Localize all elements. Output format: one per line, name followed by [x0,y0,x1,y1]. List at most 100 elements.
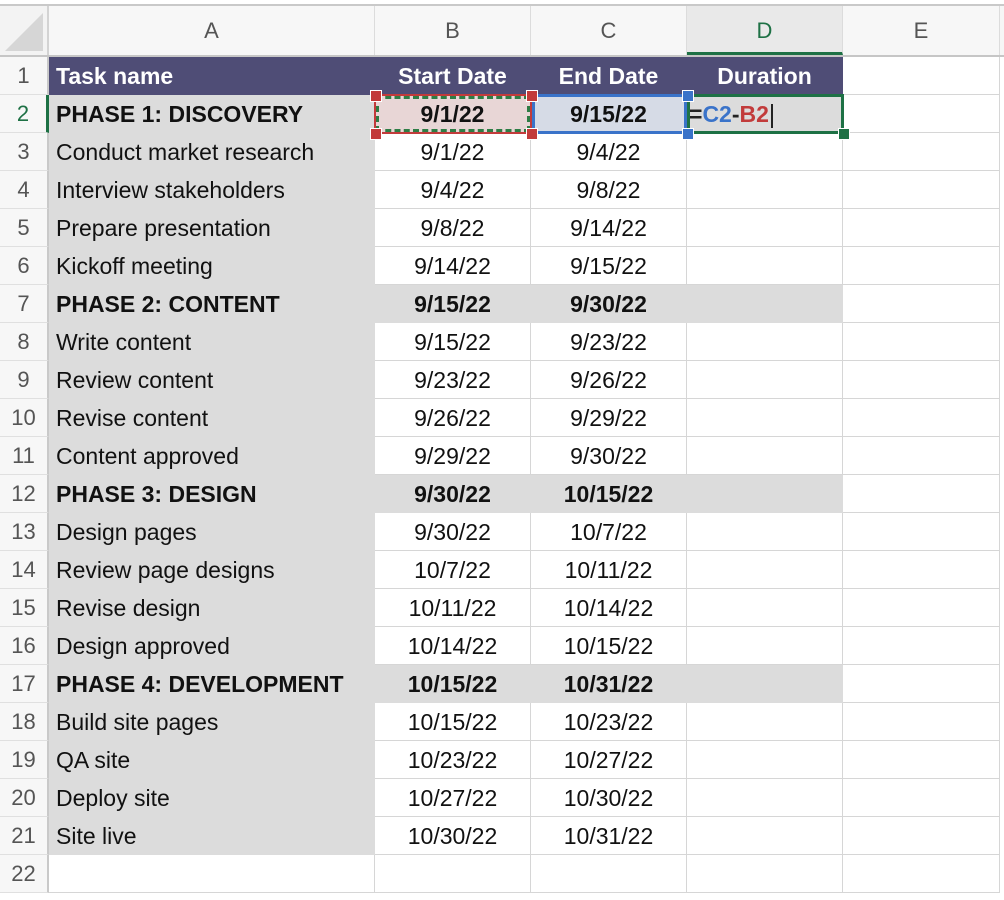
task-name[interactable]: Prepare presentation [49,209,375,247]
task-start-date[interactable]: 9/4/22 [375,171,531,209]
task-start-date[interactable]: 10/11/22 [375,589,531,627]
row-header-1[interactable]: 1 [0,57,49,95]
fill-handle[interactable] [838,128,850,140]
task-name[interactable]: Deploy site [49,779,375,817]
task-name[interactable]: Revise design [49,589,375,627]
column-header-d[interactable]: D [687,6,843,55]
task-name[interactable]: Kickoff meeting [49,247,375,285]
resize-handle-b2-bl[interactable] [370,128,382,140]
task-duration-cell[interactable] [687,513,843,551]
row-header-13[interactable]: 13 [0,513,49,551]
task-name[interactable]: Content approved [49,437,375,475]
row-header-5[interactable]: 5 [0,209,49,247]
task-start-date[interactable]: 10/14/22 [375,627,531,665]
cell-e13[interactable] [843,513,1000,551]
empty-cell-row22[interactable] [531,855,687,893]
task-duration-cell[interactable] [687,589,843,627]
task-end-date[interactable]: 9/15/22 [531,247,687,285]
empty-cell-row22[interactable] [49,855,375,893]
phase-task-name[interactable]: PHASE 4: DEVELOPMENT [49,665,375,703]
task-start-date[interactable]: 9/14/22 [375,247,531,285]
cell-e7[interactable] [843,285,1000,323]
row-header-9[interactable]: 9 [0,361,49,399]
row-header-10[interactable]: 10 [0,399,49,437]
phase-duration-cell[interactable] [687,285,843,323]
task-start-date[interactable]: 10/27/22 [375,779,531,817]
column-header-e[interactable]: E [843,6,1000,55]
row-header-17[interactable]: 17 [0,665,49,703]
task-name[interactable]: Write content [49,323,375,361]
cell-e2[interactable] [843,95,1000,133]
task-end-date[interactable]: 10/11/22 [531,551,687,589]
task-duration-cell[interactable] [687,817,843,855]
task-duration-cell[interactable] [687,323,843,361]
task-duration-cell[interactable] [687,247,843,285]
cell-e4[interactable] [843,171,1000,209]
phase-duration-cell[interactable] [687,665,843,703]
phase-start-date[interactable]: 9/1/22 [375,95,531,133]
cell-e8[interactable] [843,323,1000,361]
row-header-4[interactable]: 4 [0,171,49,209]
task-start-date[interactable]: 9/23/22 [375,361,531,399]
task-end-date[interactable]: 10/23/22 [531,703,687,741]
row-header-16[interactable]: 16 [0,627,49,665]
row-header-6[interactable]: 6 [0,247,49,285]
task-duration-cell[interactable] [687,741,843,779]
header-end-date[interactable]: End Date [531,57,687,95]
task-name[interactable]: Build site pages [49,703,375,741]
task-name[interactable]: Review content [49,361,375,399]
phase-task-name[interactable]: PHASE 2: CONTENT [49,285,375,323]
task-end-date[interactable]: 10/31/22 [531,817,687,855]
task-duration-cell[interactable] [687,361,843,399]
task-start-date[interactable]: 9/29/22 [375,437,531,475]
cell-e3[interactable] [843,133,1000,171]
row-header-11[interactable]: 11 [0,437,49,475]
task-name[interactable]: Design pages [49,513,375,551]
header-task-name[interactable]: Task name [49,57,375,95]
cell-e21[interactable] [843,817,1000,855]
column-header-a[interactable]: A [49,6,375,55]
task-start-date[interactable]: 9/26/22 [375,399,531,437]
task-end-date[interactable]: 10/7/22 [531,513,687,551]
row-header-2[interactable]: 2 [0,95,49,133]
empty-cell-row22[interactable] [843,855,1000,893]
row-header-22[interactable]: 22 [0,855,49,893]
cell-e16[interactable] [843,627,1000,665]
cell-e18[interactable] [843,703,1000,741]
cell-e5[interactable] [843,209,1000,247]
phase-end-date[interactable]: 9/15/22 [531,95,687,133]
resize-handle-c2-tr[interactable] [682,90,694,102]
task-duration-cell[interactable] [687,627,843,665]
task-duration-cell[interactable] [687,133,843,171]
resize-handle-c2-br[interactable] [682,128,694,140]
task-name[interactable]: Review page designs [49,551,375,589]
formula-cell-d2[interactable]: =C2-B2 [687,95,843,133]
task-name[interactable]: QA site [49,741,375,779]
row-header-19[interactable]: 19 [0,741,49,779]
cell-e12[interactable] [843,475,1000,513]
cell-e15[interactable] [843,589,1000,627]
phase-end-date[interactable]: 9/30/22 [531,285,687,323]
cell-e20[interactable] [843,779,1000,817]
task-end-date[interactable]: 9/29/22 [531,399,687,437]
phase-task-name[interactable]: PHASE 3: DESIGN [49,475,375,513]
task-end-date[interactable]: 9/8/22 [531,171,687,209]
task-name[interactable]: Design approved [49,627,375,665]
phase-duration-cell[interactable] [687,475,843,513]
task-start-date[interactable]: 9/30/22 [375,513,531,551]
task-duration-cell[interactable] [687,209,843,247]
header-duration[interactable]: Duration [687,57,843,95]
phase-task-name[interactable]: PHASE 1: DISCOVERY [49,95,375,133]
cell-e9[interactable] [843,361,1000,399]
cell-e17[interactable] [843,665,1000,703]
phase-end-date[interactable]: 10/15/22 [531,475,687,513]
resize-handle-b2-br[interactable] [526,128,538,140]
task-end-date[interactable]: 10/27/22 [531,741,687,779]
task-name[interactable]: Interview stakeholders [49,171,375,209]
phase-start-date[interactable]: 9/30/22 [375,475,531,513]
row-header-18[interactable]: 18 [0,703,49,741]
row-header-3[interactable]: 3 [0,133,49,171]
row-header-8[interactable]: 8 [0,323,49,361]
row-header-7[interactable]: 7 [0,285,49,323]
task-name[interactable]: Revise content [49,399,375,437]
